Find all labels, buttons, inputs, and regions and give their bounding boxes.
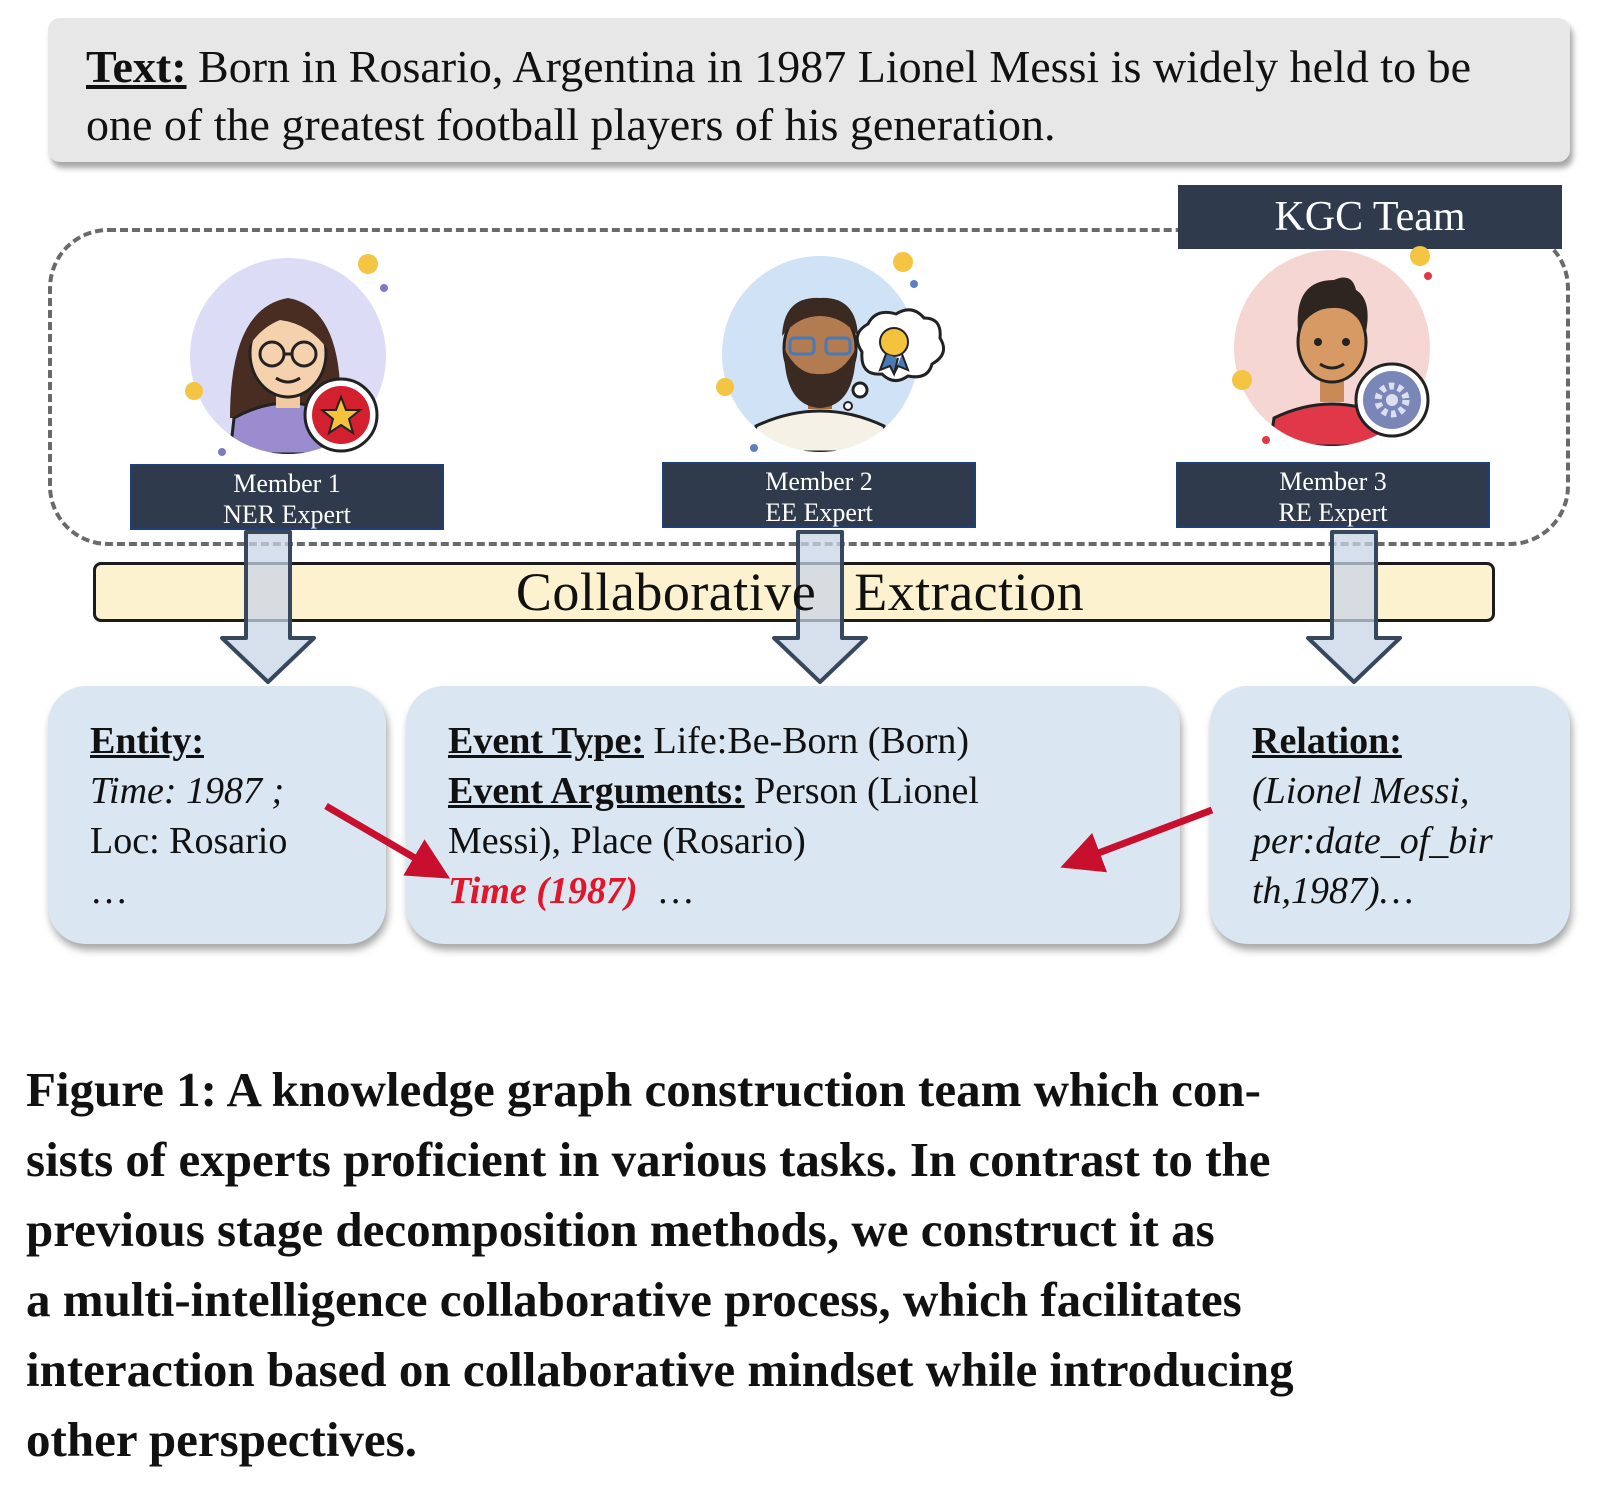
event-type-value: Life:Be-Born (Born) — [644, 720, 970, 762]
red-arrows — [324, 802, 1214, 879]
gear-badge-icon — [1354, 362, 1430, 438]
input-text-label: Text: — [86, 41, 187, 92]
red-arrow-relation-to-event — [1060, 806, 1214, 873]
decor-dot — [716, 378, 734, 396]
kgc-team-label: KGC Team — [1178, 185, 1562, 249]
member-3-label: Member 3 RE Expert — [1176, 462, 1490, 528]
decor-dot — [358, 254, 378, 274]
figure-caption: Figure 1: A knowledge graph construction… — [26, 1055, 1576, 1475]
member-1-role: NER Expert — [223, 500, 351, 529]
decor-dot — [750, 444, 758, 452]
decor-dot — [1232, 370, 1252, 390]
member-3-name: Member 3 — [1279, 467, 1387, 496]
input-text-box: Text: Born in Rosario, Argentina in 1987… — [48, 18, 1570, 162]
caption-line: previous stage decomposition methods, we… — [26, 1202, 1215, 1257]
relation-heading: Relation: — [1252, 720, 1402, 762]
member-1-name: Member 1 — [233, 469, 341, 498]
member-2-name: Member 2 — [765, 467, 873, 496]
member-3-role: RE Expert — [1278, 498, 1388, 527]
decor-dot — [1424, 272, 1432, 280]
decor-dot — [380, 284, 388, 292]
decor-dot — [910, 280, 918, 288]
entity-heading: Entity: — [90, 720, 204, 762]
collaborative-extraction-label: Collaborative Extraction — [515, 562, 1085, 622]
decor-dot — [1410, 246, 1430, 266]
input-text-body: Born in Rosario, Argentina in 1987 Lione… — [86, 41, 1471, 150]
star-badge-icon — [303, 377, 379, 453]
member-1-label: Member 1 NER Expert — [130, 464, 444, 530]
decor-dot — [218, 448, 226, 456]
decor-dot — [185, 382, 203, 400]
caption-line: a multi-intelligence collaborative proce… — [26, 1272, 1242, 1327]
decor-dot — [893, 252, 913, 272]
caption-line: sists of experts proficient in various t… — [26, 1132, 1271, 1187]
thought-bubble-medal-icon — [842, 304, 952, 414]
member-2-role: EE Expert — [765, 498, 873, 527]
caption-line: Figure 1: A knowledge graph construction… — [26, 1062, 1261, 1117]
event-type-line: Event Type: Life:Be-Born (Born) — [448, 716, 979, 766]
caption-line: other perspectives. — [26, 1412, 417, 1467]
caption-line: interaction based on collaborative minds… — [26, 1342, 1294, 1397]
decor-dot — [1262, 436, 1270, 444]
input-text: Text: Born in Rosario, Argentina in 1987… — [86, 38, 1510, 154]
event-type-label: Event Type: — [448, 720, 644, 762]
member-2-label: Member 2 EE Expert — [662, 462, 976, 528]
red-arrow-entity-to-event — [324, 802, 451, 879]
